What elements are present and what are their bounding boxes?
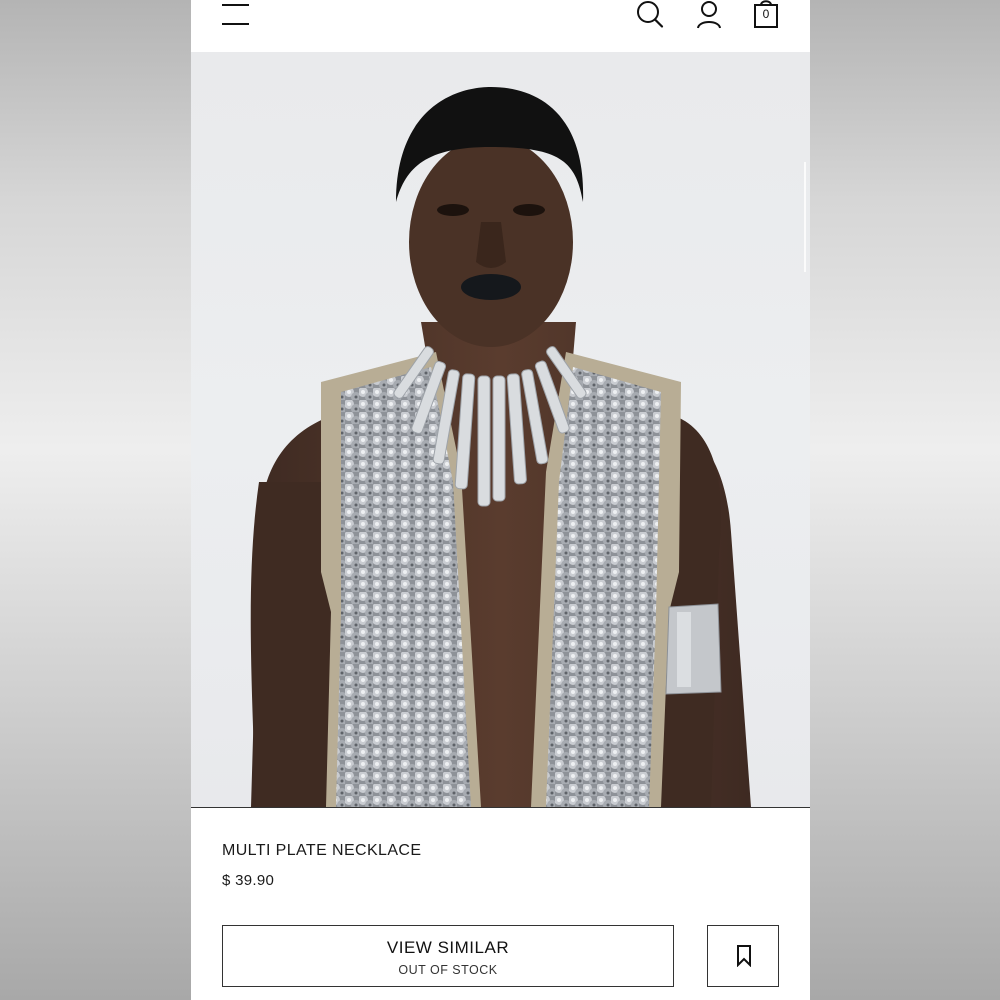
background-left [0, 0, 191, 1000]
product-name: MULTI PLATE NECKLACE [222, 842, 422, 859]
product-price: $ 39.90 [222, 872, 275, 889]
image-scroll-indicator [804, 162, 806, 272]
cart-count-badge: 0 [762, 7, 770, 21]
hamburger-menu-icon[interactable] [222, 2, 250, 26]
shopping-bag-icon[interactable]: 0 [751, 0, 781, 30]
background-right [810, 0, 1000, 1000]
view-similar-label: VIEW SIMILAR [386, 938, 510, 957]
product-photo[interactable] [191, 52, 810, 808]
search-icon[interactable] [635, 0, 665, 30]
app-screen: 0 MULTI PLATE NECKLACE $ 39.90 VIEW SIMI… [191, 0, 810, 1000]
user-icon[interactable] [694, 0, 724, 30]
bookmark-icon [737, 945, 751, 967]
top-nav-bar: 0 [191, 0, 810, 52]
product-info: MULTI PLATE NECKLACE $ 39.90 [222, 842, 421, 889]
product-photo-illustration [250, 87, 751, 807]
stock-status: OUT OF STOCK [398, 963, 498, 977]
view-similar-button[interactable]: VIEW SIMILAR OUT OF STOCK [222, 925, 674, 987]
bookmark-button[interactable] [707, 925, 779, 987]
